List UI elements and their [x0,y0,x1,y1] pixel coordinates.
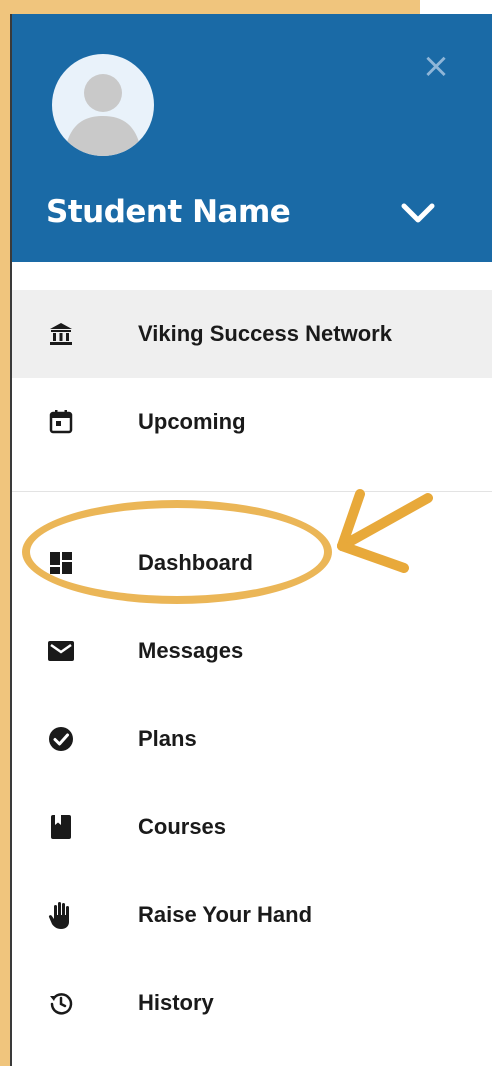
chevron-down-icon[interactable] [400,198,436,228]
menu-item-messages[interactable]: Messages [12,607,492,695]
menu-item-label: History [138,990,214,1015]
menu-item-history[interactable]: History [12,959,492,1047]
menu-item-raise-your-hand[interactable]: Raise Your Hand [12,871,492,959]
menu-item-viking-success-network[interactable]: Viking Success Network [12,290,492,378]
calendar-icon [46,407,76,437]
hand-icon [46,900,76,930]
drawer-header: × Student Name [12,14,492,262]
menu-item-label: Upcoming [138,409,246,434]
check-circle-icon [46,724,76,754]
close-icon[interactable]: × [418,48,454,84]
menu-item-plans[interactable]: Plans [12,695,492,783]
menu-item-label: Raise Your Hand [138,902,313,927]
bank-icon [46,319,76,349]
menu-item-label: Courses [138,814,227,839]
menu-item-label: Viking Success Network [138,321,392,346]
person-icon [64,74,142,156]
menu-item-label: Messages [138,638,244,663]
background-corner [420,0,492,14]
arrow-icon [337,489,433,573]
student-name: Student Name [46,194,291,230]
book-icon [46,812,76,842]
mail-icon [46,636,76,666]
menu-item-courses[interactable]: Courses [12,783,492,871]
history-icon [46,988,76,1018]
avatar[interactable] [52,54,154,156]
menu-item-label: Plans [138,726,197,751]
highlight-ellipse [22,500,332,604]
menu-item-upcoming[interactable]: Upcoming [12,378,492,466]
